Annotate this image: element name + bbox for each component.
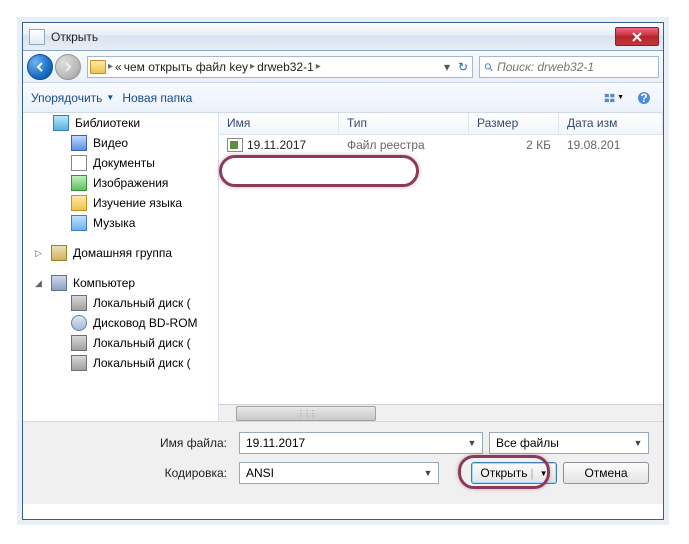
- svg-text:?: ?: [640, 91, 647, 105]
- sidebar-item-drive-3[interactable]: Локальный диск (: [23, 353, 218, 373]
- file-size: 2 КБ: [469, 138, 559, 152]
- filter-value: Все файлы: [496, 436, 630, 450]
- organize-menu[interactable]: Упорядочить ▼: [31, 91, 114, 105]
- search-box[interactable]: [479, 56, 659, 78]
- chevron-right-icon: ▸: [250, 61, 255, 72]
- disk-icon: [71, 295, 87, 311]
- encoding-value: ANSI: [246, 466, 420, 480]
- close-button[interactable]: [615, 27, 659, 46]
- breadcrumb-seg2[interactable]: drweb32-1: [257, 60, 314, 74]
- chevron-down-icon: ▼: [420, 468, 436, 478]
- document-icon: [71, 155, 87, 171]
- sidebar-item-libraries[interactable]: Библиотеки: [23, 113, 218, 133]
- arrow-left-icon: [34, 61, 46, 73]
- computer-icon: [51, 275, 67, 291]
- col-name[interactable]: Имя: [219, 113, 339, 134]
- chevron-down-icon: ▼: [540, 469, 548, 478]
- sidebar-item-drive-1[interactable]: Дисковод BD-ROM: [23, 313, 218, 333]
- breadcrumb-prefix: «: [115, 60, 122, 74]
- filename-value: 19.11.2017: [246, 436, 464, 450]
- breadcrumb[interactable]: ▸ « чем открыть файл key ▸ drweb32-1 ▸ ▾…: [87, 56, 473, 78]
- close-icon: [632, 32, 642, 42]
- breadcrumb-seg1[interactable]: чем открыть файл key: [124, 60, 248, 74]
- homegroup-icon: [51, 245, 67, 261]
- chevron-down-icon: ▼: [464, 438, 480, 448]
- horizontal-scrollbar[interactable]: [219, 404, 663, 421]
- sidebar: Библиотеки Видео Документы Изображения И…: [23, 113, 219, 421]
- bottom-panel: Имя файла: 19.11.2017 ▼ Все файлы ▼ Коди…: [23, 421, 663, 504]
- chevron-right-icon: ▸: [108, 61, 113, 72]
- sidebar-item-video[interactable]: Видео: [23, 133, 218, 153]
- encoding-label: Кодировка:: [37, 466, 233, 480]
- split-divider: |: [531, 466, 534, 480]
- sidebar-item-images[interactable]: Изображения: [23, 173, 218, 193]
- chevron-down-icon: ▼: [617, 94, 624, 101]
- disk-icon: [71, 335, 87, 351]
- encoding-combo[interactable]: ANSI ▼: [239, 462, 439, 484]
- folder-icon: [90, 60, 106, 74]
- refresh-icon[interactable]: ↻: [456, 60, 470, 74]
- chevron-right-icon: ▸: [316, 61, 321, 72]
- view-icon: [604, 91, 615, 105]
- folder-icon: [71, 195, 87, 211]
- chevron-down-icon: ▼: [630, 438, 646, 448]
- search-input[interactable]: [497, 60, 654, 74]
- list-item[interactable]: 19.11.2017 Файл реестра 2 КБ 19.08.201: [219, 135, 663, 155]
- expand-icon: ▷: [35, 248, 45, 259]
- sidebar-item-drive-2[interactable]: Локальный диск (: [23, 333, 218, 353]
- sidebar-item-documents[interactable]: Документы: [23, 153, 218, 173]
- navbar: ▸ « чем открыть файл key ▸ drweb32-1 ▸ ▾…: [23, 51, 663, 83]
- open-button[interactable]: Открыть | ▼: [471, 462, 557, 484]
- breadcrumb-dropdown[interactable]: ▾: [440, 60, 454, 74]
- sidebar-item-homegroup[interactable]: ▷Домашняя группа: [23, 243, 218, 263]
- view-options-button[interactable]: ▼: [603, 88, 625, 108]
- filename-label: Имя файла:: [37, 436, 233, 450]
- search-icon: [484, 60, 493, 74]
- filter-combo[interactable]: Все файлы ▼: [489, 432, 649, 454]
- music-icon: [71, 215, 87, 231]
- filename-combo[interactable]: 19.11.2017 ▼: [239, 432, 483, 454]
- cancel-button[interactable]: Отмена: [563, 462, 649, 484]
- chevron-down-icon: ▼: [106, 93, 114, 102]
- collapse-icon: ◢: [35, 278, 45, 289]
- window-title: Открыть: [51, 30, 615, 44]
- nav-back-button[interactable]: [27, 54, 53, 80]
- col-size[interactable]: Размер: [469, 113, 559, 134]
- toolbar: Упорядочить ▼ Новая папка ▼ ?: [23, 83, 663, 113]
- file-name: 19.11.2017: [247, 138, 306, 152]
- disk-icon: [71, 355, 87, 371]
- reg-file-icon: [227, 138, 243, 152]
- help-icon: ?: [637, 91, 651, 105]
- col-type[interactable]: Тип: [339, 113, 469, 134]
- nav-forward-button[interactable]: [55, 54, 81, 80]
- col-date[interactable]: Дата изм: [559, 113, 663, 134]
- video-icon: [71, 135, 87, 151]
- image-icon: [71, 175, 87, 191]
- library-icon: [53, 115, 69, 131]
- sidebar-item-drive-0[interactable]: Локальный диск (: [23, 293, 218, 313]
- list-header: Имя Тип Размер Дата изм: [219, 113, 663, 135]
- file-type: Файл реестра: [339, 138, 469, 152]
- file-date: 19.08.201: [559, 138, 663, 152]
- arrow-right-icon: [62, 61, 74, 73]
- sidebar-item-lang[interactable]: Изучение языка: [23, 193, 218, 213]
- file-list: Имя Тип Размер Дата изм 19.11.2017 Файл …: [219, 113, 663, 421]
- sidebar-item-music[interactable]: Музыка: [23, 213, 218, 233]
- help-button[interactable]: ?: [633, 88, 655, 108]
- sidebar-item-computer[interactable]: ◢Компьютер: [23, 273, 218, 293]
- window-icon: [29, 29, 45, 45]
- scrollbar-thumb[interactable]: [236, 406, 376, 421]
- new-folder-button[interactable]: Новая папка: [122, 91, 192, 105]
- titlebar: Открыть: [23, 23, 663, 51]
- bd-rom-icon: [71, 315, 87, 331]
